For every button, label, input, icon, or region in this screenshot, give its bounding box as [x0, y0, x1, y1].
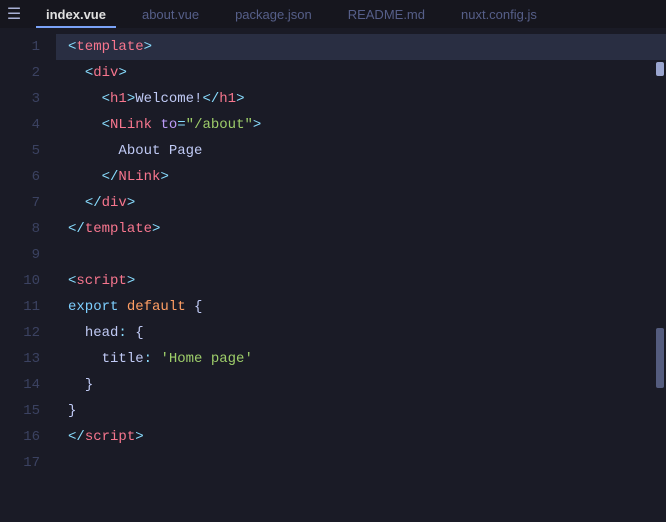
scrollbar-thumb[interactable]: [656, 62, 664, 76]
code-area[interactable]: <template> <div> <h1>Welcome!</h1> <NLin…: [56, 28, 666, 522]
tab-label: README.md: [348, 7, 425, 22]
line-number: 13: [0, 346, 56, 372]
tab-label: index.vue: [46, 7, 106, 22]
code-line: </div>: [56, 190, 666, 216]
code-line: [56, 450, 666, 476]
line-number: 8: [0, 216, 56, 242]
code-line: head: {: [56, 320, 666, 346]
line-number: 14: [0, 372, 56, 398]
tab-label: nuxt.config.js: [461, 7, 537, 22]
line-number: 12: [0, 320, 56, 346]
line-number: 17: [0, 450, 56, 476]
code-editor[interactable]: 1 2 3 4 5 6 7 8 9 10 11 12 13 14 15 16 1…: [0, 28, 666, 522]
top-bar: ☰ index.vue about.vue package.json READM…: [0, 0, 666, 28]
code-line: <h1>Welcome!</h1>: [56, 86, 666, 112]
code-line: <script>: [56, 268, 666, 294]
code-line: </NLink>: [56, 164, 666, 190]
code-line: <NLink to="/about">: [56, 112, 666, 138]
tab-nuxt-config-js[interactable]: nuxt.config.js: [443, 0, 555, 28]
tab-label: about.vue: [142, 7, 199, 22]
hamburger-menu-icon[interactable]: ☰: [0, 0, 28, 28]
line-number: 9: [0, 242, 56, 268]
code-line: <div>: [56, 60, 666, 86]
tab-about-vue[interactable]: about.vue: [124, 0, 217, 28]
line-number: 10: [0, 268, 56, 294]
line-number: 7: [0, 190, 56, 216]
line-number: 15: [0, 398, 56, 424]
line-number: 2: [0, 60, 56, 86]
tab-readme-md[interactable]: README.md: [330, 0, 443, 28]
code-line: <template>: [56, 34, 666, 60]
code-line: [56, 242, 666, 268]
tab-label: package.json: [235, 7, 312, 22]
code-line: About Page: [56, 138, 666, 164]
line-number: 4: [0, 112, 56, 138]
tab-package-json[interactable]: package.json: [217, 0, 330, 28]
tab-index-vue[interactable]: index.vue: [28, 0, 124, 28]
line-number: 6: [0, 164, 56, 190]
code-line: }: [56, 398, 666, 424]
code-line: title: 'Home page': [56, 346, 666, 372]
line-number: 1: [0, 34, 56, 60]
line-number: 5: [0, 138, 56, 164]
line-number: 11: [0, 294, 56, 320]
line-number-gutter: 1 2 3 4 5 6 7 8 9 10 11 12 13 14 15 16 1…: [0, 28, 56, 522]
scrollbar-thumb[interactable]: [656, 328, 664, 388]
line-number: 3: [0, 86, 56, 112]
code-line: export default {: [56, 294, 666, 320]
code-line: </script>: [56, 424, 666, 450]
tab-bar: index.vue about.vue package.json README.…: [28, 0, 666, 28]
line-number: 16: [0, 424, 56, 450]
code-line: }: [56, 372, 666, 398]
code-line: </template>: [56, 216, 666, 242]
